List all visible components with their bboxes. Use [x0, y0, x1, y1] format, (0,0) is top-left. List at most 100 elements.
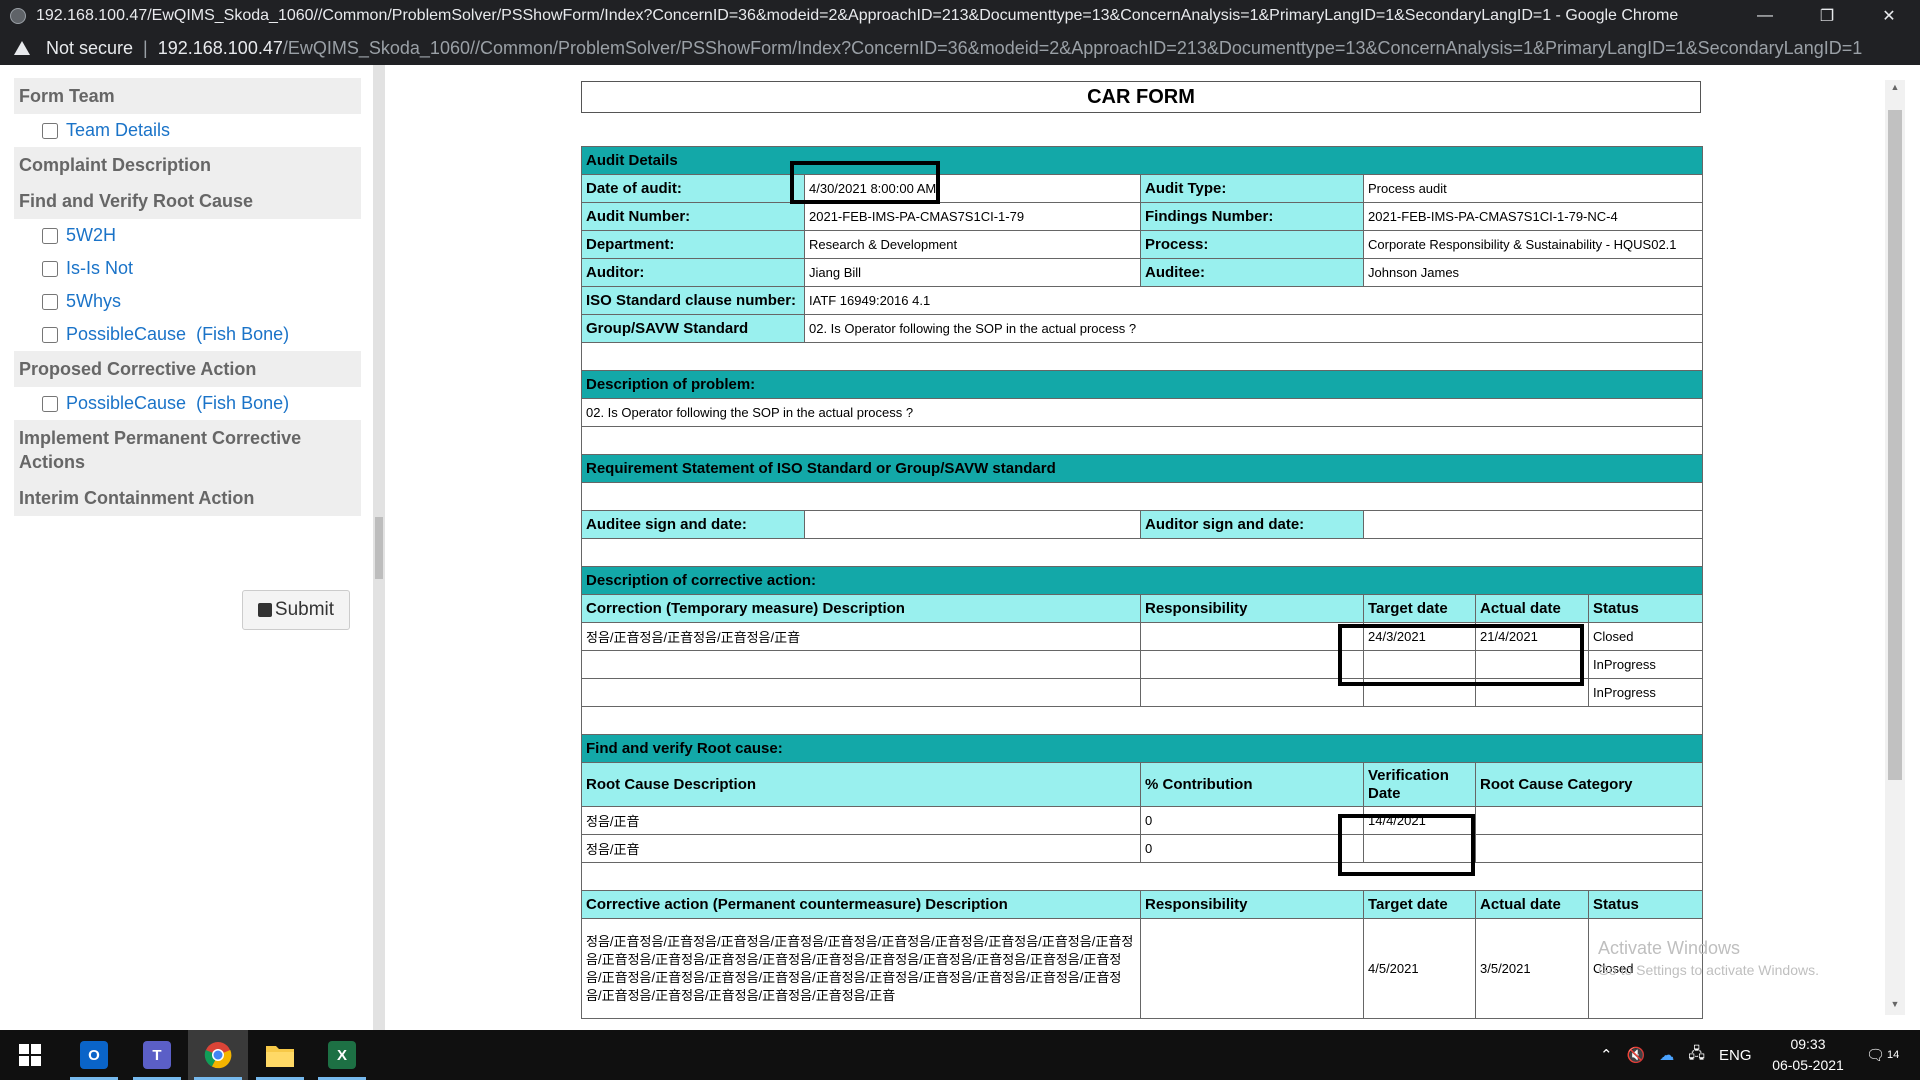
chrome-icon [204, 1042, 232, 1069]
section-interim-containment[interactable]: Interim Containment Action [14, 480, 361, 516]
group-standard-value: 02. Is Operator following the SOP in the… [804, 314, 1703, 343]
sidebar-item-team-details[interactable]: Team Details [14, 114, 361, 147]
taskbar: O T X ⌃ 🔇 ☁ 🖧 ENG 09:33 06-05-2021 🗨 14 [0, 1030, 1920, 1080]
address-bar[interactable]: Not secure | 192.168.100.47/EwQIMS_Skoda… [0, 31, 1920, 65]
restore-button[interactable]: ❐ [1796, 0, 1858, 31]
network-icon[interactable]: 🖧 [1688, 1043, 1705, 1068]
iso-clause-value: IATF 16949:2016 4.1 [804, 286, 1703, 315]
req-statement-header: Requirement Statement of ISO Standard or… [581, 454, 1703, 483]
taskbar-chrome[interactable] [188, 1030, 248, 1080]
rc-col-cat: Root Cause Category [1475, 762, 1703, 807]
url-host[interactable]: 192.168.100.47 [158, 38, 283, 59]
onedrive-icon[interactable]: ☁ [1659, 1046, 1674, 1064]
rc-col-contrib: % Contribution [1140, 762, 1364, 807]
table-row: 정음/正音정음/正音정음/正音정음/正音 24/3/2021 21/4/2021… [581, 622, 1703, 651]
warning-icon [14, 41, 30, 55]
form-title: CAR FORM [581, 81, 1701, 113]
corr-status-cell: InProgress [1588, 678, 1703, 707]
close-button[interactable]: ✕ [1858, 0, 1920, 31]
submit-button[interactable]: Submit [242, 590, 350, 630]
taskbar-file-explorer[interactable] [250, 1030, 310, 1080]
corr-resp-cell [1140, 650, 1364, 679]
sidebar-item-is-is-not[interactable]: Is-Is Not [14, 252, 361, 285]
corr-status-cell: Closed [1588, 622, 1703, 651]
root-cause-header: Find and verify Root cause: [581, 734, 1703, 763]
window-title: 192.168.100.47/EwQIMS_Skoda_1060//Common… [36, 6, 1679, 24]
main-form-area: CAR FORM Audit Details Date of audit: 4/… [385, 65, 1885, 1020]
speaker-muted-icon[interactable]: 🔇 [1627, 1046, 1646, 1064]
5w2h-link[interactable]: 5W2H [66, 225, 116, 246]
system-tray: ⌃ 🔇 ☁ 🖧 ENG [1600, 1030, 1752, 1080]
team-details-checkbox[interactable] [42, 122, 58, 139]
5whys-link[interactable]: 5Whys [66, 291, 121, 312]
perm-col-desc: Corrective action (Permanent countermeas… [581, 890, 1141, 919]
rc-col-desc: Root Cause Description [581, 762, 1141, 807]
section-complaint-description[interactable]: Complaint Description [14, 147, 361, 183]
scroll-thumb[interactable] [1888, 110, 1902, 780]
rc-verif-cell: 14/4/2021 [1363, 806, 1476, 835]
table-row: InProgress [581, 650, 1703, 679]
perm-resp-cell [1140, 918, 1364, 1019]
possible-cause-1-link[interactable]: PossibleCause (Fish Bone) [66, 324, 289, 345]
auditor-sign-label: Auditor sign and date: [1140, 510, 1364, 539]
rc-cat-cell [1475, 806, 1703, 835]
iso-clause-label: ISO Standard clause number: [581, 286, 805, 315]
taskbar-outlook[interactable]: O [64, 1030, 124, 1080]
chevron-up-icon[interactable]: ⌃ [1600, 1046, 1613, 1064]
clock[interactable]: 09:33 06-05-2021 [1768, 1034, 1848, 1076]
taskbar-teams[interactable]: T [127, 1030, 187, 1080]
windows-icon [19, 1044, 41, 1066]
minimize-button[interactable]: — [1734, 0, 1796, 31]
watermark-line1: Activate Windows [1598, 938, 1741, 958]
section-form-team[interactable]: Form Team [14, 78, 361, 114]
rc-col-verif: Verification Date [1363, 762, 1476, 807]
language-indicator[interactable]: ENG [1719, 1047, 1752, 1064]
section-find-verify[interactable]: Find and Verify Root Cause [14, 183, 361, 219]
excel-icon: X [328, 1041, 356, 1069]
spacer-row [581, 706, 1703, 735]
is-is-not-link[interactable]: Is-Is Not [66, 258, 133, 279]
splitter-grip[interactable] [375, 517, 383, 579]
not-secure-label[interactable]: Not secure [46, 38, 133, 59]
submit-label: Submit [274, 599, 335, 620]
department-value: Research & Development [804, 230, 1141, 259]
browser-title-bar: 192.168.100.47/EwQIMS_Skoda_1060//Common… [0, 0, 1920, 31]
sidebar-item-5w2h[interactable]: 5W2H [14, 219, 361, 252]
5w2h-checkbox[interactable] [42, 227, 58, 244]
folder-icon [266, 1046, 294, 1067]
sidebar-item-5whys[interactable]: 5Whys [14, 285, 361, 318]
perm-desc-cell: 정음/正音정음/正音정음/正音정음/正音정음/正音정음/正音정음/正音정음/正音… [581, 918, 1141, 1019]
corr-col-desc: Correction (Temporary measure) Descripti… [581, 594, 1141, 623]
section-proposed-corrective[interactable]: Proposed Corrective Action [14, 351, 361, 387]
team-details-link[interactable]: Team Details [66, 120, 170, 141]
sidebar-item-possible-cause-2[interactable]: PossibleCause (Fish Bone) [14, 387, 361, 420]
corr-col-status: Status [1588, 594, 1703, 623]
sidebar-item-possible-cause-1[interactable]: PossibleCause (Fish Bone) [14, 318, 361, 351]
section-implement-permanent[interactable]: Implement Permanent Corrective Actions [14, 420, 361, 480]
5whys-checkbox[interactable] [42, 293, 58, 310]
possible-cause-2-checkbox[interactable] [42, 395, 58, 412]
spacer-row [581, 342, 1703, 371]
scroll-down-icon[interactable]: ▼ [1885, 999, 1905, 1013]
desc-corrective-header: Description of corrective action: [581, 566, 1703, 595]
url-path[interactable]: /EwQIMS_Skoda_1060//Common/ProblemSolver… [283, 38, 1862, 59]
rc-desc-cell: 정음/正音 [581, 834, 1141, 863]
desc-problem-value: 02. Is Operator following the SOP in the… [581, 398, 1703, 427]
findings-number-label: Findings Number: [1140, 202, 1364, 231]
is-is-not-checkbox[interactable] [42, 260, 58, 277]
audit-number-value: 2021-FEB-IMS-PA-CMAS7S1CI-1-79 [804, 202, 1141, 231]
possible-cause-2-link[interactable]: PossibleCause (Fish Bone) [66, 393, 289, 414]
corr-actual-cell [1475, 650, 1589, 679]
notification-center[interactable]: 🗨 14 [1866, 1030, 1899, 1080]
splitter[interactable] [373, 65, 385, 1030]
start-button[interactable] [0, 1030, 60, 1080]
desc-problem-header: Description of problem: [581, 370, 1703, 399]
rc-contrib-cell: 0 [1140, 806, 1364, 835]
taskbar-excel[interactable]: X [312, 1030, 372, 1080]
vertical-scrollbar[interactable]: ▲ ▼ [1885, 80, 1905, 1015]
auditee-sign-value [804, 510, 1141, 539]
possible-cause-1-checkbox[interactable] [42, 326, 58, 343]
perm-col-target: Target date [1363, 890, 1476, 919]
scroll-up-icon[interactable]: ▲ [1885, 82, 1905, 96]
table-row: InProgress [581, 678, 1703, 707]
